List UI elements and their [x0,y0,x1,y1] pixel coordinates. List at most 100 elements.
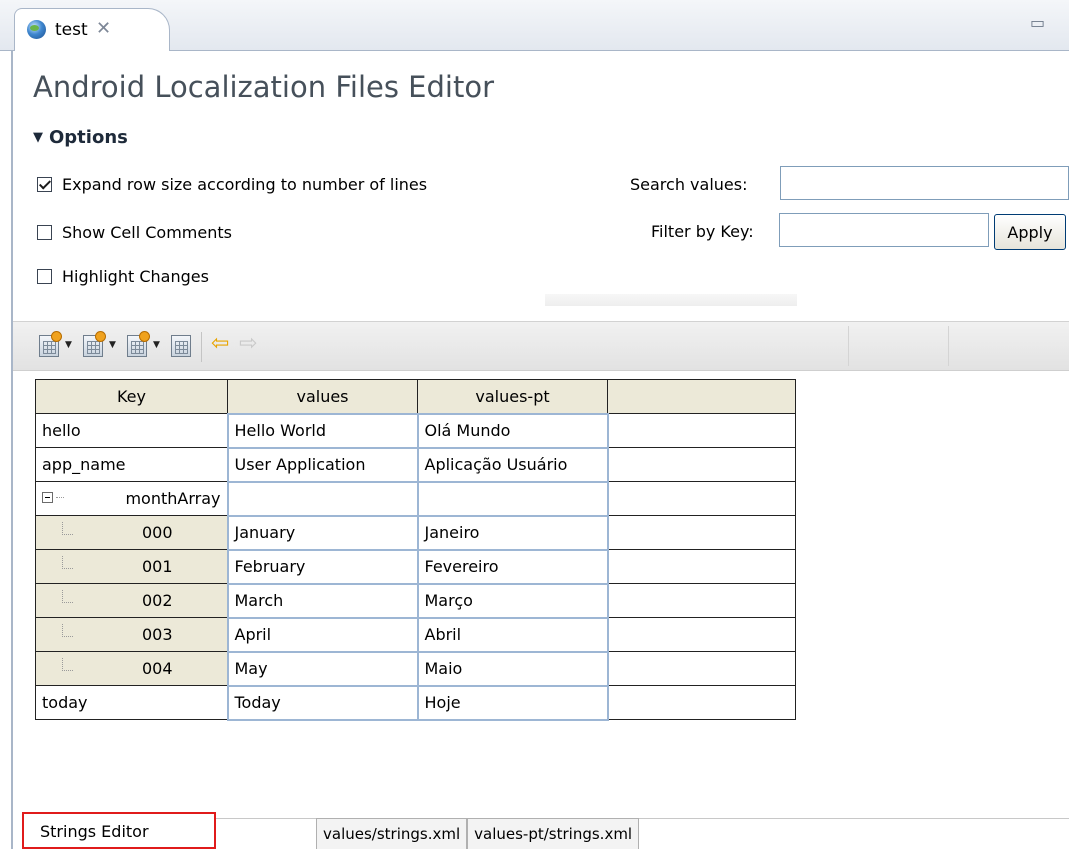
empty-cell[interactable] [607,685,796,720]
toolbar-divider [948,326,949,366]
key-cell[interactable]: today [35,685,228,720]
tab-values-strings-xml[interactable]: values/strings.xml [316,818,468,849]
column-header-values-pt[interactable]: values-pt [417,379,608,414]
back-arrow-icon[interactable]: ⇦ [211,333,229,355]
table-row: hello Hello World Olá Mundo [35,412,796,449]
empty-cell[interactable] [607,413,796,448]
value-cell[interactable]: Abril [416,616,609,653]
expand-rows-option[interactable]: Expand row size according to number of l… [37,172,427,196]
editor-left-border [11,50,13,849]
empty-cell[interactable] [607,549,796,584]
value-cell[interactable]: Janeiro [416,514,609,551]
value-cell[interactable]: February [226,548,419,585]
add-key-icon[interactable] [39,331,62,357]
key-cell[interactable]: hello [35,413,228,448]
tree-line [62,624,73,637]
empty-cell[interactable] [607,583,796,618]
empty-cell[interactable] [607,447,796,482]
array-item-key-cell[interactable]: 000 [35,515,228,550]
expand-rows-checkbox[interactable] [37,176,52,192]
array-item-key-cell[interactable]: 003 [35,617,228,652]
array-item-key-label: 000 [141,523,173,542]
highlight-changes-checkbox[interactable] [37,268,52,284]
tree-line [62,658,73,671]
table-header-row: Key values values-pt [35,379,796,414]
toolbar-separator [201,332,202,362]
show-cell-comments-label: Show Cell Comments [62,222,232,242]
highlight-changes-option[interactable]: Highlight Changes [37,264,209,288]
chevron-down-icon: ▼ [33,130,43,145]
table-row: 000 January Janeiro [35,514,796,551]
array-item-key-cell[interactable]: 001 [35,549,228,584]
value-cell[interactable]: Maio [416,650,609,687]
value-cell[interactable]: May [226,650,419,687]
value-cell[interactable]: March [226,582,419,619]
table-row: 004 May Maio [35,650,796,687]
empty-cell[interactable] [607,617,796,652]
table-row: 003 April Abril [35,616,796,653]
array-item-key-cell[interactable]: 002 [35,583,228,618]
empty-cell[interactable] [607,481,796,516]
show-cell-comments-checkbox[interactable] [37,224,52,240]
value-cell[interactable]: Olá Mundo [416,412,609,449]
value-cell[interactable]: Hello World [226,412,419,449]
page-title: Android Localization Files Editor [33,70,494,104]
column-header-values[interactable]: values [227,379,418,414]
column-header-empty[interactable] [607,379,796,414]
editor-tab-test[interactable]: test ✕ [14,8,170,51]
value-cell[interactable]: January [226,514,419,551]
minimize-icon[interactable]: ▭ [1030,13,1051,32]
tab-strings-editor[interactable]: Strings Editor [22,812,216,849]
column-header-key[interactable]: Key [35,379,228,414]
array-item-key-cell[interactable]: 004 [35,651,228,686]
chevron-down-icon[interactable]: ▼ [65,340,72,350]
empty-cell[interactable] [607,651,796,686]
value-cell[interactable] [416,480,609,517]
globe-icon [27,20,46,39]
value-cell[interactable]: Março [416,582,609,619]
filter-by-key-label: Filter by Key: [651,222,754,241]
add-language-icon[interactable] [127,331,150,357]
options-section-toggle[interactable]: ▼ Options [33,127,128,148]
array-item-key-label: 003 [141,625,173,644]
table-toolbar: ▼ ▼ ▼ ⇦ ⇨ [13,321,1069,371]
tree-line [62,522,73,535]
close-icon[interactable]: ✕ [96,18,111,39]
separator [545,294,797,306]
chevron-down-icon[interactable]: ▼ [109,340,116,350]
search-values-label: Search values: [630,175,748,194]
array-key-label: monthArray [125,489,221,508]
filter-by-key-input[interactable] [779,213,989,247]
value-cell[interactable]: Fevereiro [416,548,609,585]
array-item-key-label: 001 [141,557,173,576]
collapse-icon[interactable] [42,492,53,503]
localization-table: Key values values-pt hello Hello World O… [35,379,796,721]
forward-arrow-icon[interactable]: ⇨ [239,333,257,355]
key-cell[interactable]: app_name [35,447,228,482]
highlight-changes-label: Highlight Changes [62,266,209,286]
value-cell[interactable]: Hoje [416,684,609,721]
table-row: 002 March Março [35,582,796,619]
add-array-icon[interactable] [83,331,106,357]
array-key-cell[interactable]: monthArray [35,481,228,516]
editor-tab-strip: test ✕ ▭ [0,0,1069,51]
apply-button[interactable]: Apply [994,214,1066,250]
tree-line [62,556,73,569]
chevron-down-icon[interactable]: ▼ [153,340,160,350]
empty-cell[interactable] [607,515,796,550]
value-cell[interactable]: Aplicação Usuário [416,446,609,483]
table-row: 001 February Fevereiro [35,548,796,585]
tree-line [56,497,64,498]
remove-icon[interactable] [171,335,191,357]
editor-tab-label: test [55,20,88,40]
table-row-array: monthArray [35,480,796,517]
search-values-input[interactable] [780,166,1069,200]
expand-rows-label: Expand row size according to number of l… [62,174,428,194]
value-cell[interactable] [226,480,419,517]
value-cell[interactable]: User Application [226,446,419,483]
value-cell[interactable]: Today [226,684,419,721]
value-cell[interactable]: April [226,616,419,653]
toolbar-divider [848,326,849,366]
show-cell-comments-option[interactable]: Show Cell Comments [37,220,232,244]
tab-values-pt-strings-xml[interactable]: values-pt/strings.xml [467,818,640,849]
